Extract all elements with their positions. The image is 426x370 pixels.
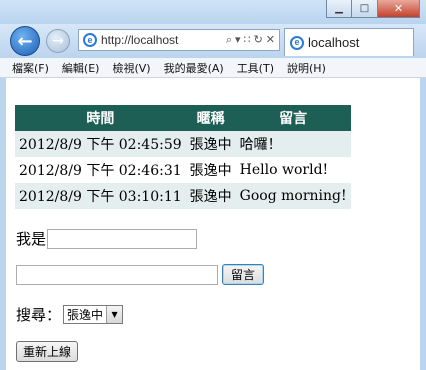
window-frame-right xyxy=(420,78,426,370)
cell-nickname: 張逸中 xyxy=(185,131,236,157)
tab-localhost[interactable]: e localhost xyxy=(284,28,414,56)
page-content: 時間 暱稱 留言 2012/8/9 下午 02:45:59 張逸中 哈囉！ 20… xyxy=(6,78,420,370)
menu-favorites[interactable]: 我的最愛(A) xyxy=(164,60,224,76)
search-label: 搜尋： xyxy=(16,306,62,324)
back-arrow-icon: ← xyxy=(17,30,33,52)
forward-arrow-icon: → xyxy=(52,33,64,49)
cell-nickname: 張逸中 xyxy=(189,163,232,179)
cell-time: 2012/8/9 下午 02:45:59 xyxy=(15,131,186,157)
ie-logo-icon: e xyxy=(83,33,97,47)
table-row: 2012/8/9 下午 02:46:31 張逸中 Hello world! xyxy=(15,157,351,183)
header-message: 留言 xyxy=(235,105,351,131)
cell-nickname: 張逸中 xyxy=(185,183,236,209)
address-text: http://localhost xyxy=(101,33,179,47)
maximize-button[interactable]: □ xyxy=(352,0,378,18)
message-table: 時間 暱稱 留言 2012/8/9 下午 02:45:59 張逸中 哈囉！ 20… xyxy=(15,105,351,209)
menu-help[interactable]: 說明(H) xyxy=(287,60,326,76)
window-controls: ▁ □ ✕ xyxy=(326,0,420,19)
menu-edit[interactable]: 編輯(E) xyxy=(62,60,100,76)
minimize-icon: ▁ xyxy=(335,3,343,14)
chevron-down-icon[interactable]: ▼ xyxy=(106,306,123,323)
cell-message: Hello world! xyxy=(239,162,329,178)
header-time: 時間 xyxy=(15,105,186,131)
menu-tools[interactable]: 工具(T) xyxy=(237,60,274,76)
menu-bar: 檔案(F) 編輯(E) 檢視(V) 我的最愛(A) 工具(T) 說明(H) xyxy=(0,58,426,78)
maximize-icon: □ xyxy=(359,3,370,14)
table-row: 2012/8/9 下午 02:45:59 張逸中 哈囉！ xyxy=(15,131,351,157)
cell-message: 哈囉！ xyxy=(235,131,351,157)
close-icon: ✕ xyxy=(393,2,404,15)
name-input[interactable] xyxy=(47,228,198,249)
stop-icon[interactable]: ✕ xyxy=(266,33,275,47)
address-bar[interactable]: e http://localhost ⌕ ▾ ∷ ↻ ✕ xyxy=(78,29,280,51)
cell-message: Goog morning! xyxy=(235,183,351,209)
search-nickname-select[interactable]: 張逸中 ▼ xyxy=(63,305,124,324)
address-tools: ⌕ ▾ ∷ ↻ ✕ xyxy=(222,33,279,47)
search-selected-value: 張逸中 xyxy=(67,308,104,322)
submit-message-button[interactable]: 留言 xyxy=(222,264,265,285)
name-row: 我是 xyxy=(16,228,198,249)
name-label: 我是 xyxy=(16,230,47,248)
table-header-row: 時間 暱稱 留言 xyxy=(15,105,351,131)
close-button[interactable]: ✕ xyxy=(378,0,420,18)
search-row: 搜尋： 張逸中 ▼ xyxy=(16,304,124,325)
reconnect-button[interactable]: 重新上線 xyxy=(16,341,79,362)
message-row: 留言 xyxy=(16,264,265,285)
tab-title: localhost xyxy=(308,35,360,50)
search-icon[interactable]: ⌕ xyxy=(226,33,232,47)
back-button[interactable]: ← xyxy=(10,26,40,56)
menu-view[interactable]: 檢視(V) xyxy=(112,60,150,76)
forward-button[interactable]: → xyxy=(46,29,70,53)
header-nickname: 暱稱 xyxy=(185,105,236,131)
cell-time: 2012/8/9 下午 03:10:11 xyxy=(15,183,186,209)
menu-file[interactable]: 檔案(F) xyxy=(12,60,49,76)
cell-time: 2012/8/9 下午 02:46:31 xyxy=(19,163,182,179)
compatibility-view-icon[interactable]: ∷ xyxy=(244,33,251,47)
dropdown-icon[interactable]: ▾ xyxy=(235,33,241,47)
minimize-button[interactable]: ▁ xyxy=(326,0,352,18)
refresh-icon[interactable]: ↻ xyxy=(254,33,263,47)
window-title-bar: ▁ □ ✕ xyxy=(0,0,426,24)
table-row: 2012/8/9 下午 03:10:11 張逸中 Goog morning! xyxy=(15,183,351,209)
tab-ie-icon: e xyxy=(290,35,304,50)
message-input[interactable] xyxy=(16,264,218,285)
navigation-bar: ← → e http://localhost ⌕ ▾ ∷ ↻ ✕ e local… xyxy=(0,24,426,58)
